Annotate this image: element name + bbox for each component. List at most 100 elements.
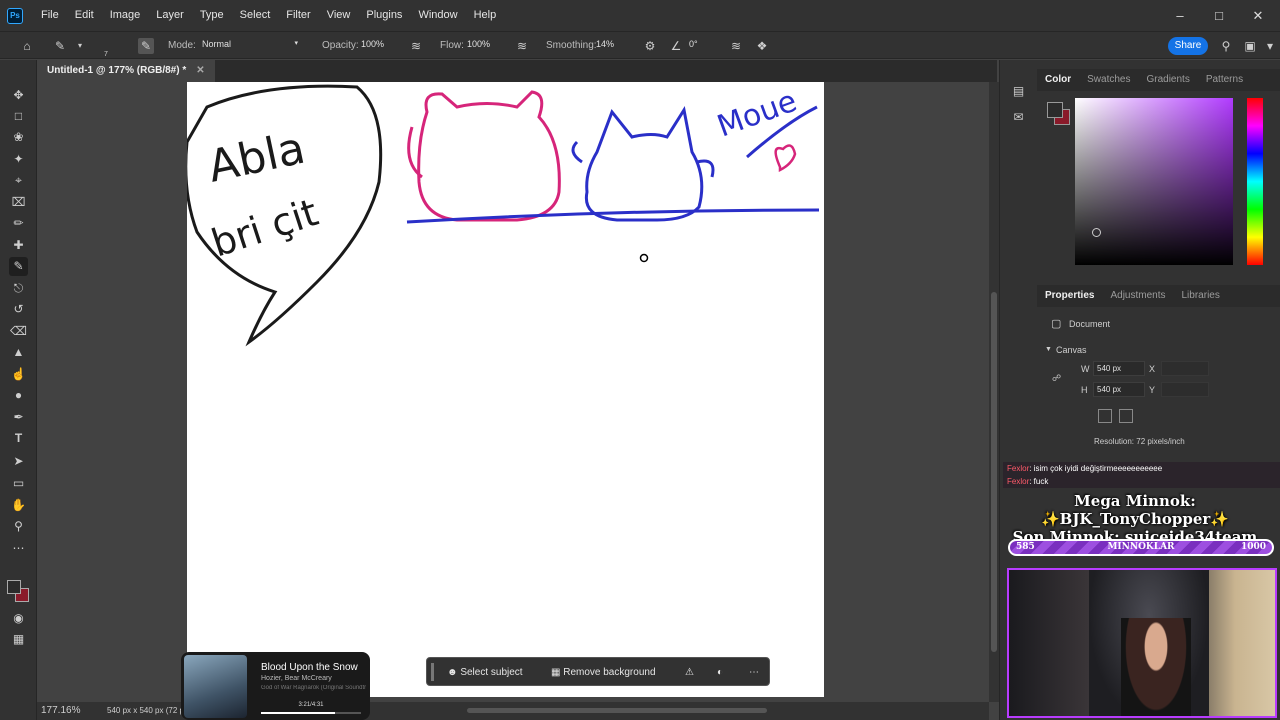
menu-file[interactable]: File bbox=[33, 0, 67, 31]
color-picker-handle[interactable] bbox=[1092, 228, 1101, 237]
path-select-tool-icon[interactable]: ➤ bbox=[9, 452, 28, 471]
menu-type[interactable]: Type bbox=[192, 0, 232, 31]
menu-image[interactable]: Image bbox=[102, 0, 149, 31]
remove-background-button[interactable]: ▦ Remove background bbox=[551, 664, 656, 681]
lasso-tool-icon[interactable]: ❀ bbox=[9, 128, 28, 147]
comments-icon[interactable]: ✉ bbox=[1009, 108, 1028, 127]
pressure-size-icon[interactable]: ≋ bbox=[728, 38, 744, 54]
x-field[interactable] bbox=[1161, 361, 1209, 376]
more-options-icon[interactable]: ⚠ bbox=[685, 664, 694, 681]
mask-icon[interactable]: ◐ bbox=[717, 664, 723, 681]
scroll-thumb[interactable] bbox=[991, 292, 997, 652]
chat-text: : isim çok iyidi değiştirmeeeeeeeeeee bbox=[1029, 464, 1163, 473]
rectangle-tool-icon[interactable]: ▭ bbox=[9, 474, 28, 493]
mode-select[interactable]: Normal ▾ bbox=[198, 38, 301, 54]
tab-adjustments[interactable]: Adjustments bbox=[1102, 285, 1173, 307]
brush-tool-icon[interactable]: ✎ bbox=[9, 257, 28, 276]
ellipsis-icon[interactable]: ⋯ bbox=[749, 664, 759, 681]
eyedropper-tool-icon[interactable]: ✏ bbox=[9, 214, 28, 233]
zoom-level[interactable]: 177.16% bbox=[41, 705, 80, 716]
tab-color[interactable]: Color bbox=[1037, 69, 1079, 91]
brush-size-preview[interactable]: 7 bbox=[98, 34, 114, 58]
landscape-icon[interactable] bbox=[1119, 409, 1133, 423]
chevron-down-icon[interactable]: ▼ bbox=[1045, 346, 1052, 353]
history-icon[interactable]: ▤ bbox=[1009, 82, 1028, 101]
more-tools-icon[interactable]: ⋯ bbox=[9, 539, 28, 558]
menu-edit[interactable]: Edit bbox=[67, 0, 102, 31]
color-panel-foreground[interactable] bbox=[1047, 102, 1063, 118]
flow-field[interactable]: 100% bbox=[463, 38, 503, 54]
foreground-color-swatch[interactable] bbox=[7, 580, 21, 594]
color-picker-field[interactable] bbox=[1075, 98, 1233, 265]
type-tool-icon[interactable]: T bbox=[9, 429, 28, 448]
airbrush-icon[interactable]: ≋ bbox=[514, 38, 530, 54]
move-tool-icon[interactable]: ✥ bbox=[9, 86, 28, 105]
angle-icon: ∠ bbox=[670, 39, 682, 53]
y-field[interactable] bbox=[1161, 382, 1209, 397]
document-tab[interactable]: Untitled-1 @ 177% (RGB/8#) * ✕ bbox=[37, 60, 215, 82]
dodge-tool-icon[interactable]: ● bbox=[9, 386, 28, 405]
crop-tool-icon[interactable]: ⌖ bbox=[9, 171, 28, 190]
select-subject-button[interactable]: ☻ Select subject bbox=[447, 664, 523, 681]
menu-layer[interactable]: Layer bbox=[148, 0, 192, 31]
menu-plugins[interactable]: Plugins bbox=[358, 0, 410, 31]
paint-bucket-tool-icon[interactable]: ▲ bbox=[9, 343, 28, 362]
hand-tool-icon[interactable]: ✋ bbox=[9, 496, 28, 515]
healing-brush-tool-icon[interactable]: ✚ bbox=[9, 236, 28, 255]
link-icon[interactable]: ☍ bbox=[1052, 373, 1061, 384]
drag-handle[interactable] bbox=[431, 663, 434, 681]
brush-tool-icon[interactable]: ✎ bbox=[52, 38, 68, 54]
tab-gradients[interactable]: Gradients bbox=[1138, 69, 1197, 91]
tab-properties[interactable]: Properties bbox=[1037, 285, 1102, 307]
tab-patterns[interactable]: Patterns bbox=[1198, 69, 1251, 91]
height-field[interactable]: 540 px bbox=[1093, 382, 1145, 397]
marquee-tool-icon[interactable]: □ bbox=[9, 107, 28, 126]
pen-tool-icon[interactable]: ✒ bbox=[9, 408, 28, 427]
canvas-text-moue: Moue bbox=[713, 84, 802, 145]
close-tab-icon[interactable]: ✕ bbox=[196, 65, 204, 76]
zoom-tool-icon[interactable]: ⚲ bbox=[9, 517, 28, 536]
smudge-tool-icon[interactable]: ☝ bbox=[9, 365, 28, 384]
symmetry-icon[interactable]: ❖ bbox=[754, 38, 770, 54]
eraser-tool-icon[interactable]: ⌫ bbox=[9, 322, 28, 341]
tab-libraries[interactable]: Libraries bbox=[1174, 285, 1228, 307]
frame-tool-icon[interactable]: ⌧ bbox=[9, 193, 28, 212]
menu-window[interactable]: Window bbox=[410, 0, 465, 31]
menu-view[interactable]: View bbox=[319, 0, 359, 31]
angle-field[interactable]: 0° bbox=[685, 38, 715, 54]
tab-swatches[interactable]: Swatches bbox=[1079, 69, 1138, 91]
vertical-scrollbar[interactable] bbox=[989, 82, 999, 702]
home-icon[interactable]: ⌂ bbox=[19, 38, 35, 54]
chevron-down-icon[interactable]: ▾ bbox=[72, 38, 88, 54]
menu-filter[interactable]: Filter bbox=[278, 0, 318, 31]
canvas-area[interactable]: Abla bri çit Moue bbox=[37, 82, 989, 702]
share-button[interactable]: Share bbox=[1168, 37, 1208, 55]
opacity-field[interactable]: 100% bbox=[357, 38, 397, 54]
smoothing-field[interactable]: 14% bbox=[592, 38, 632, 54]
resolution-text: Resolution: 72 pixels/inch bbox=[1094, 437, 1185, 446]
history-brush-tool-icon[interactable]: ↺ bbox=[9, 300, 28, 319]
clone-stamp-tool-icon[interactable]: ⎋ bbox=[9, 279, 28, 298]
document-icon: ▢ bbox=[1051, 318, 1062, 330]
menu-help[interactable]: Help bbox=[466, 0, 505, 31]
horizontal-scrollbar[interactable] bbox=[467, 708, 767, 713]
chevron-down-icon[interactable]: ▾ bbox=[1262, 38, 1278, 54]
search-icon[interactable]: ⚲ bbox=[1218, 38, 1234, 54]
width-field[interactable]: 540 px bbox=[1093, 361, 1145, 376]
screen-mode-icon[interactable]: ▦ bbox=[9, 630, 28, 649]
brush-settings-icon[interactable]: ✎ bbox=[138, 38, 154, 54]
maximize-icon[interactable]: □ bbox=[1199, 0, 1239, 31]
pressure-opacity-icon[interactable]: ≋ bbox=[408, 38, 424, 54]
quick-mask-icon[interactable]: ◉ bbox=[9, 609, 28, 628]
portrait-icon[interactable] bbox=[1098, 409, 1112, 423]
minimize-icon[interactable]: – bbox=[1160, 0, 1200, 31]
hue-slider[interactable] bbox=[1247, 98, 1263, 265]
gear-icon[interactable]: ⚙ bbox=[642, 38, 658, 54]
workspace-icon[interactable]: ▣ bbox=[1242, 38, 1258, 54]
menu-select[interactable]: Select bbox=[232, 0, 279, 31]
goal-max: 1000 bbox=[1240, 542, 1266, 552]
width-label: W bbox=[1081, 364, 1090, 374]
close-icon[interactable]: ✕ bbox=[1238, 0, 1278, 31]
quick-select-tool-icon[interactable]: ✦ bbox=[9, 150, 28, 169]
document-canvas[interactable]: Abla bri çit Moue bbox=[187, 82, 824, 697]
